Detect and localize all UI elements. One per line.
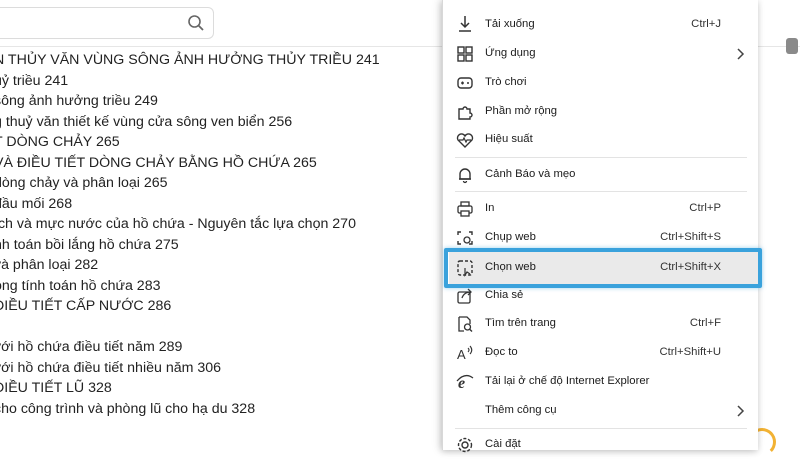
toc-line[interactable]: ong tính toán hồ chứa 283 — [0, 276, 380, 297]
toc-line[interactable]: đầu mối 268 — [0, 194, 380, 215]
table-of-contents: N THỦY VĂN VÙNG SÔNG ẢNH HƯỞNG THỦY TRIỀ… — [0, 50, 380, 419]
toc-line[interactable]: với hồ chứa điều tiết nhiều năm 306 — [0, 358, 380, 379]
menu-item-label: Chụp web — [485, 231, 536, 243]
bell-icon — [456, 166, 474, 184]
menu-item-shortcut: Ctrl+Shift+U — [659, 346, 721, 358]
menu-separator — [455, 191, 747, 192]
menu-item-settings[interactable]: Cài đặt — [443, 431, 759, 459]
toc-line — [0, 317, 380, 338]
menu-item-shortcut: Ctrl+P — [689, 202, 721, 214]
apps-icon — [456, 45, 474, 63]
toc-line[interactable]: N THỦY VĂN VÙNG SÔNG ẢNH HƯỞNG THỦY TRIỀ… — [0, 50, 380, 71]
find-icon — [456, 315, 474, 333]
svg-text:A: A — [457, 347, 466, 362]
toc-line[interactable]: ĐIỀU TIẾT CẤP NƯỚC 286 — [0, 296, 380, 317]
menu-item-label: Đọc to — [485, 346, 518, 358]
menu-item-downloads[interactable]: Tải xuống Ctrl+J — [443, 11, 759, 39]
scrollbar-thumb[interactable] — [786, 38, 798, 54]
ie-icon: e — [456, 373, 474, 391]
menu-item-shortcut: Ctrl+J — [691, 18, 721, 30]
toc-line[interactable]: VÀ ĐIỀU TIẾT DÒNG CHẢY BẰNG HỒ CHỨA 265 — [0, 153, 380, 174]
menu-item-performance[interactable]: Hiệu suất — [443, 126, 759, 154]
extensions-icon — [456, 103, 474, 121]
menu-item-label: Tìm trên trang — [485, 317, 556, 329]
menu-item-print[interactable]: In Ctrl+P — [443, 195, 759, 223]
toc-line[interactable]: cho công trình và phòng lũ cho hạ du 328 — [0, 399, 380, 420]
browser-menu: Tải xuống Ctrl+J Ứng dụng Trò chơi Phần … — [442, 0, 759, 453]
menu-item-shortcut: Ctrl+Shift+S — [660, 231, 721, 243]
toc-line[interactable]: ích và mực nước của hồ chứa - Nguyên tắc… — [0, 214, 380, 235]
print-icon — [456, 200, 474, 218]
menu-item-label: Cảnh Báo và mẹo — [485, 168, 576, 180]
toc-line[interactable]: với hồ chứa điều tiết năm 289 — [0, 337, 380, 358]
menu-item-label: Tải lại ở chế độ Internet Explorer — [485, 375, 650, 387]
menu-item-label: Thêm công cụ — [485, 404, 557, 416]
menu-item-label: In — [485, 202, 495, 214]
download-icon — [456, 16, 474, 34]
menu-item-read-aloud[interactable]: A Đọc to Ctrl+Shift+U — [443, 339, 759, 367]
menu-item-games[interactable]: Trò chơi — [443, 69, 759, 97]
menu-item-extensions[interactable]: Phần mở rộng — [443, 98, 759, 126]
games-icon — [456, 74, 474, 92]
share-icon — [456, 287, 474, 305]
web-capture-icon — [456, 229, 474, 247]
search-icon[interactable] — [187, 14, 205, 32]
menu-item-label: Cài đặt — [485, 438, 521, 450]
menu-item-label: Trò chơi — [485, 76, 527, 88]
toc-line[interactable]: g thuỷ văn thiết kế vùng cửa sông ven bi… — [0, 112, 380, 133]
menu-item-label: Hiệu suất — [485, 133, 533, 145]
toc-line[interactable]: ĐIỀU TIẾT LŨ 328 — [0, 378, 380, 399]
settings-icon — [456, 436, 474, 454]
toc-line[interactable]: dòng chảy và phân loại 265 — [0, 173, 380, 194]
menu-item-ie-mode[interactable]: e Tải lại ở chế độ Internet Explorer — [443, 368, 759, 396]
toc-line[interactable]: uỷ triều 241 — [0, 71, 380, 92]
read-aloud-icon: A — [456, 344, 474, 362]
toc-line[interactable]: sông ảnh hưởng triều 249 — [0, 91, 380, 112]
performance-icon — [456, 131, 474, 149]
menu-item-label: Tải xuống — [485, 18, 535, 30]
highlight-frame — [444, 248, 762, 288]
menu-separator — [455, 428, 747, 429]
menu-item-label: Chia sẻ — [485, 289, 524, 301]
menu-item-shortcut: Ctrl+F — [689, 317, 721, 329]
menu-item-label: Ứng dụng — [485, 47, 536, 59]
toc-line[interactable]: nh toán bồi lắng hồ chứa 275 — [0, 235, 380, 256]
chevron-right-icon — [735, 47, 745, 61]
toc-line[interactable]: T DÒNG CHẢY 265 — [0, 132, 380, 153]
menu-item-find-on-page[interactable]: Tìm trên trang Ctrl+F — [443, 310, 759, 338]
search-input[interactable] — [0, 7, 214, 39]
menu-separator — [455, 157, 747, 158]
menu-item-label: Phần mở rộng — [485, 105, 558, 117]
menu-item-alerts-tips[interactable]: Cảnh Báo và mẹo — [443, 161, 759, 189]
chevron-right-icon — [735, 404, 745, 418]
toc-line[interactable]: và phân loại 282 — [0, 255, 380, 276]
menu-item-apps[interactable]: Ứng dụng — [443, 40, 759, 68]
menu-item-more-tools[interactable]: Thêm công cụ — [443, 397, 759, 425]
